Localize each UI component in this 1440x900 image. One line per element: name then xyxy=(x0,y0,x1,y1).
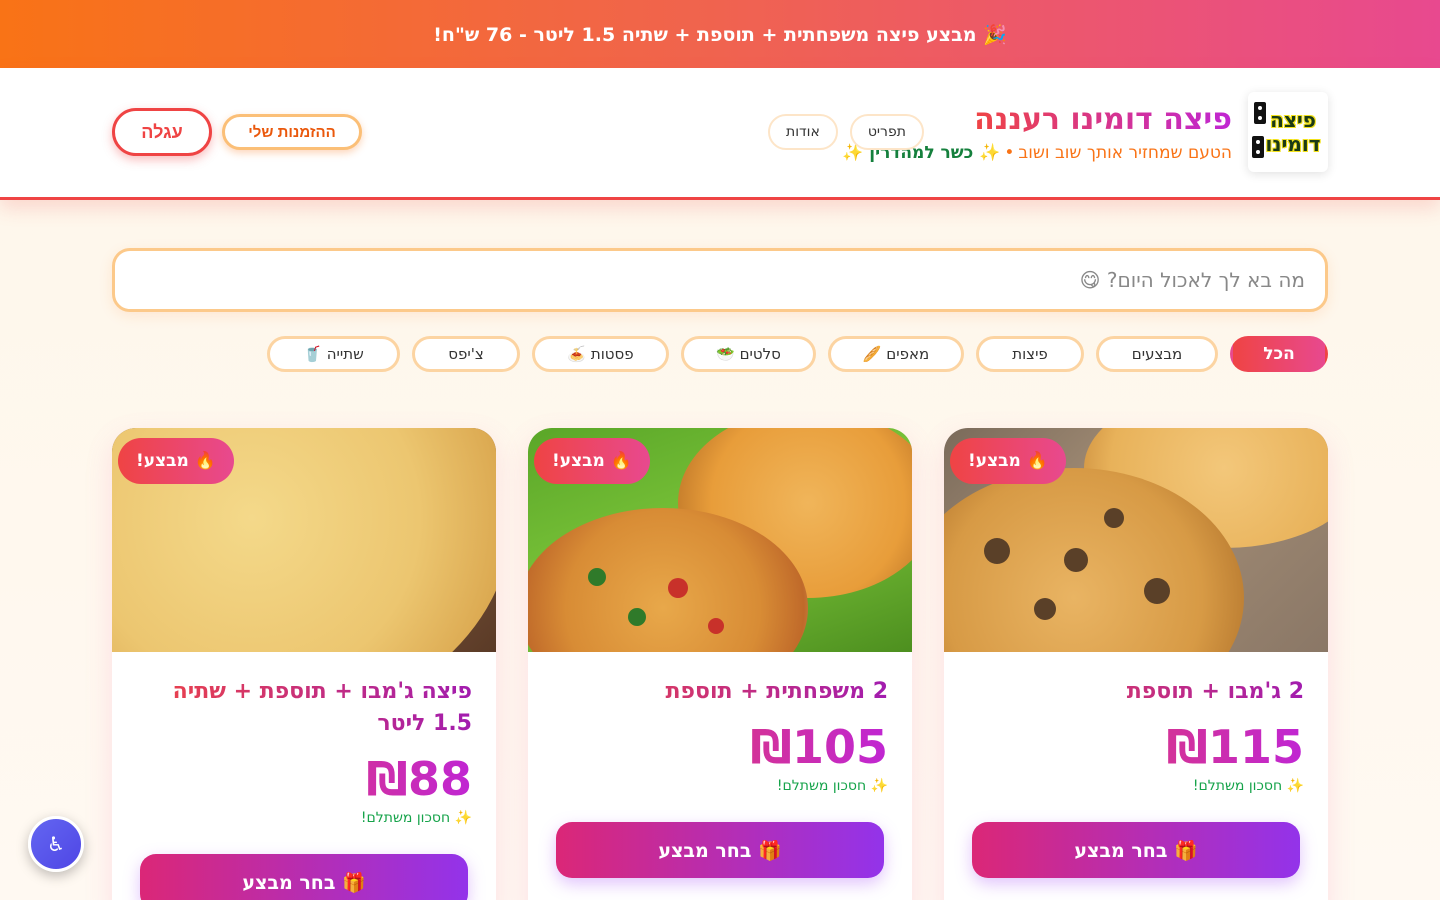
search-input[interactable] xyxy=(135,268,1305,292)
logo[interactable]: פיצה דומינו xyxy=(1248,92,1328,172)
promo-text: 🎉 מבצע פיצה משפחתית + תוספת + שתיה 1.5 ל… xyxy=(433,23,1007,46)
category-pastas[interactable]: פסטות 🍝 xyxy=(532,336,669,372)
choose-deal-button[interactable]: 🎁 בחר מבצע xyxy=(972,822,1300,878)
logo-line2: דומינו xyxy=(1265,132,1321,156)
cart-button[interactable]: עגלה xyxy=(112,108,212,156)
category-salads[interactable]: סלטים 🥗 xyxy=(681,336,816,372)
main-nav: תפריט אודות xyxy=(768,114,924,150)
search-box xyxy=(112,248,1328,312)
product-card[interactable]: 🔥 מבצע! פיצה ג'מבו + תוספת + שתיה 1.5 לי… xyxy=(112,428,496,900)
category-pizzas[interactable]: פיצות xyxy=(976,336,1084,372)
deal-badge: 🔥 מבצע! xyxy=(534,438,650,484)
nav-menu-button[interactable]: תפריט xyxy=(849,114,924,150)
product-savings: ✨ חסכון משתלם! xyxy=(776,778,888,794)
product-savings: ✨ חסכון משתלם! xyxy=(360,810,472,826)
product-price: ₪105 xyxy=(552,720,888,774)
logo-line1: פיצה xyxy=(1270,108,1316,132)
my-orders-button[interactable]: ההזמנות שלי xyxy=(222,114,362,150)
product-price: ₪88 xyxy=(136,752,472,806)
choose-deal-button[interactable]: 🎁 בחר מבצע xyxy=(140,854,468,900)
site-header: פיצה דומינו פיצה דומינו רעננה הטעם שמחזי… xyxy=(0,68,1440,200)
accessibility-icon[interactable]: ♿ xyxy=(28,816,84,872)
product-image: 🔥 מבצע! xyxy=(944,428,1328,652)
product-savings: ✨ חסכון משתלם! xyxy=(1192,778,1304,794)
product-image: 🔥 מבצע! xyxy=(528,428,912,652)
product-title: 2 משפחתית + תוספת xyxy=(552,676,888,708)
brand-slogan: הטעם שמחזיר אותך שוב ושוב xyxy=(1018,142,1232,163)
deal-badge: 🔥 מבצע! xyxy=(118,438,234,484)
category-chips[interactable]: צ'יפס xyxy=(412,336,520,372)
product-price: ₪115 xyxy=(968,720,1304,774)
product-card[interactable]: 🔥 מבצע! 2 ג'מבו + תוספת ₪115 ✨ חסכון משת… xyxy=(944,428,1328,900)
brand-separator: • xyxy=(1004,142,1015,163)
category-pastries[interactable]: מאפים 🥖 xyxy=(828,336,964,372)
category-all[interactable]: הכל xyxy=(1230,336,1328,372)
product-image: 🔥 מבצע! xyxy=(112,428,496,652)
category-filter: הכל מבצעים פיצות מאפים 🥖 סלטים 🥗 פסטות 🍝… xyxy=(267,336,1328,372)
category-drinks[interactable]: שתייה 🥤 xyxy=(267,336,400,372)
promo-banner: 🎉 מבצע פיצה משפחתית + תוספת + שתיה 1.5 ל… xyxy=(0,0,1440,68)
brand-title: פיצה דומינו רעננה xyxy=(974,101,1232,137)
category-deals[interactable]: מבצעים xyxy=(1096,336,1218,372)
header-actions: ההזמנות שלי עגלה xyxy=(112,108,362,156)
product-title: פיצה ג'מבו + תוספת + שתיה 1.5 ליטר xyxy=(136,676,472,740)
choose-deal-button[interactable]: 🎁 בחר מבצע xyxy=(556,822,884,878)
nav-about-button[interactable]: אודות xyxy=(768,114,838,150)
deal-badge: 🔥 מבצע! xyxy=(950,438,1066,484)
product-title: 2 ג'מבו + תוספת xyxy=(968,676,1304,708)
product-card[interactable]: 🔥 מבצע! 2 משפחתית + תוספת ₪105 ✨ חסכון מ… xyxy=(528,428,912,900)
